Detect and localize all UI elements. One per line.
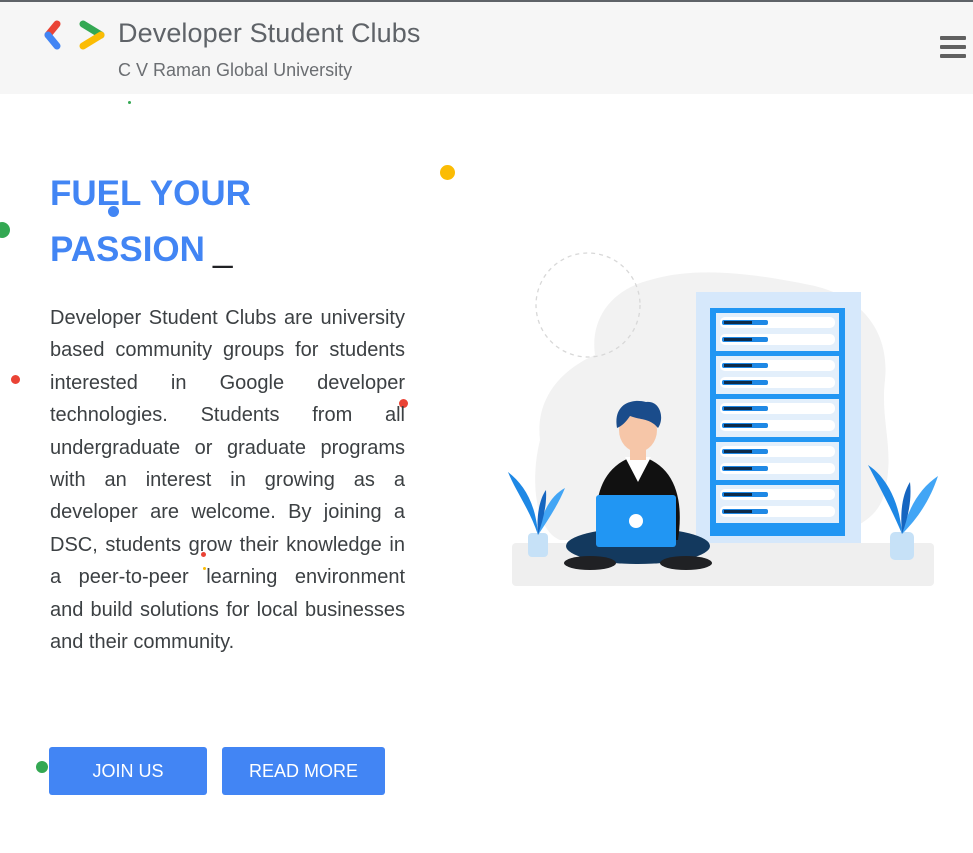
typing-cursor: _ — [212, 230, 233, 269]
particle-dot — [440, 165, 455, 180]
site-header: Developer Student Clubs C V Raman Global… — [0, 2, 973, 94]
particle-dot — [36, 761, 48, 773]
hero-title-line1: FUEL YOUR — [50, 174, 251, 213]
particle-dot — [0, 222, 10, 238]
particle-dot — [128, 101, 131, 104]
hero-description: Developer Student Clubs are university b… — [50, 307, 405, 654]
hero-title: FUEL YOUR PASSION _ — [50, 166, 251, 278]
brand-title[interactable]: Developer Student Clubs — [118, 18, 420, 49]
particle-dot — [11, 375, 20, 384]
developer-server-illustration — [508, 252, 938, 586]
brand-subtitle: C V Raman Global University — [118, 60, 353, 80]
dsc-logo-icon[interactable] — [43, 19, 107, 51]
hamburger-menu-icon[interactable] — [940, 36, 970, 62]
read-more-button[interactable]: READ MORE — [222, 747, 385, 795]
join-us-button[interactable]: JOIN US — [49, 747, 207, 795]
hero-title-line2: PASSION — [50, 230, 205, 269]
